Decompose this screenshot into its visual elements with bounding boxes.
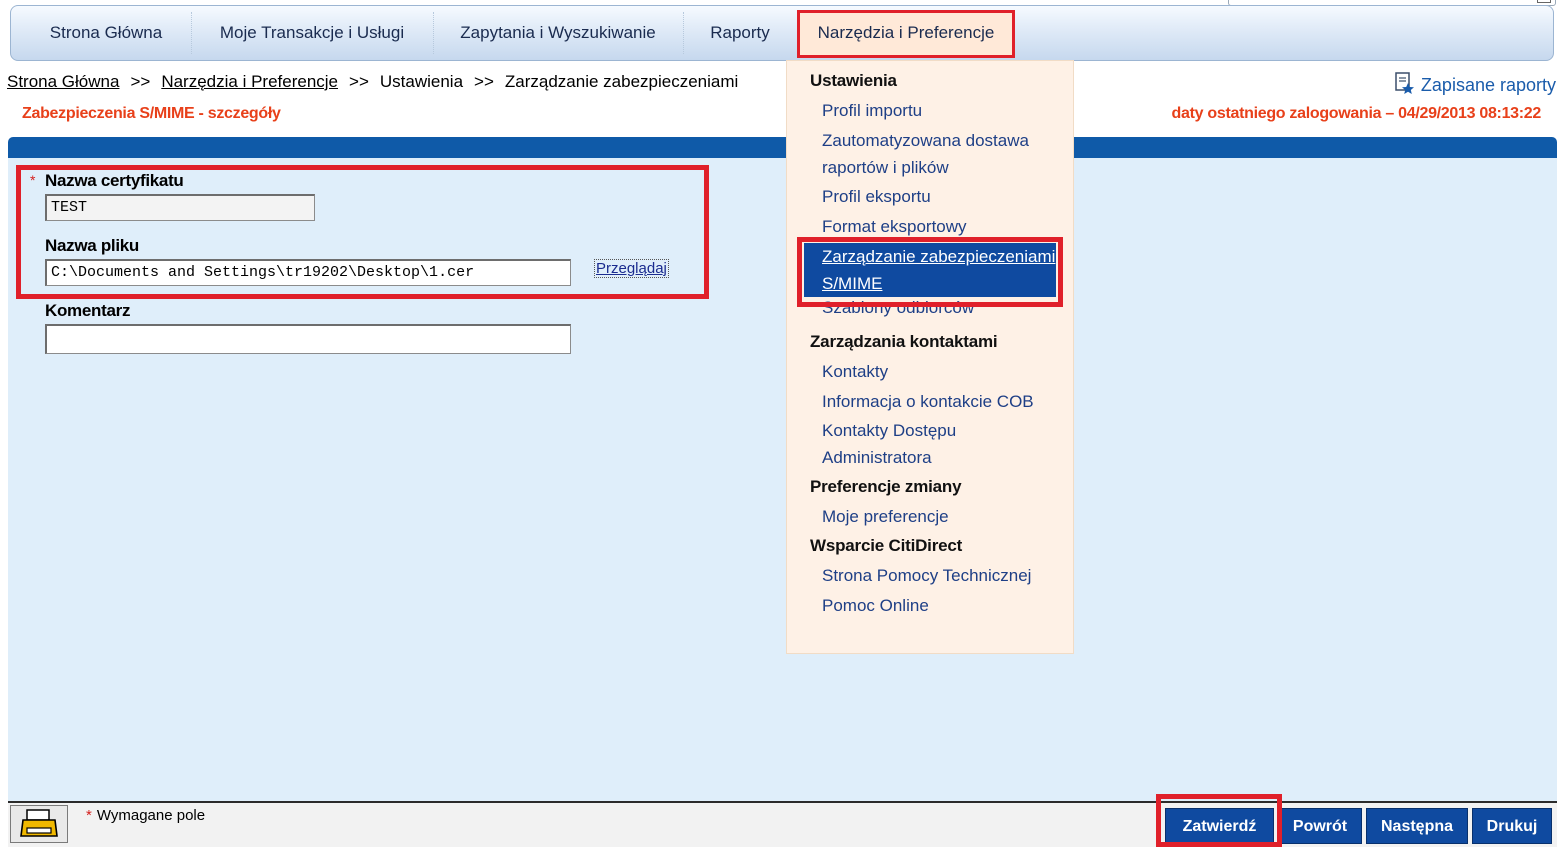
breadcrumb-home-link[interactable]: Strona Główna xyxy=(7,72,119,91)
comment-label: Komentarz xyxy=(45,301,131,320)
nav-home[interactable]: Strona Główna xyxy=(21,12,192,54)
menu-header-support: Wsparcie CitiDirect xyxy=(810,536,963,555)
nav-transactions[interactable]: Moje Transakcje i Usługi xyxy=(191,12,434,54)
menu-item-online-help[interactable]: Pomoc Online xyxy=(822,592,1062,619)
next-button[interactable]: Następna xyxy=(1366,808,1468,844)
file-name-label: Nazwa pliku xyxy=(45,236,140,255)
menu-item-admin-contacts[interactable]: Kontakty Dostępu Administratora xyxy=(822,417,1062,471)
breadcrumb-current: Zarządzanie zabezpieczeniami xyxy=(504,72,739,91)
nav-reports[interactable]: Raporty xyxy=(683,12,798,54)
section-header-bar xyxy=(8,137,1557,158)
menu-item-export-profile[interactable]: Profil eksportu xyxy=(822,183,1062,210)
breadcrumb-settings: Ustawienia xyxy=(379,72,464,91)
breadcrumb-sep: >> xyxy=(474,72,494,91)
menu-item-recipient-templates[interactable]: Szablony odbiorców xyxy=(822,298,1062,320)
saved-reports-link[interactable]: Zapisane raporty xyxy=(1393,72,1556,99)
comment-field[interactable] xyxy=(45,324,571,354)
menu-item-my-preferences[interactable]: Moje preferencje xyxy=(822,503,1062,530)
breadcrumb: Strona Główna >> Narzędzia i Preferencje >>… xyxy=(7,72,738,92)
search-toggle-icon[interactable] xyxy=(1537,0,1551,3)
menu-item-smime-management[interactable]: Zarządzanie zabezpieczeniami S/MIME xyxy=(804,243,1056,297)
breadcrumb-tools-link[interactable]: Narzędzia i Preferencje xyxy=(161,72,338,91)
last-login-info: daty ostatniego zalogowania – 04/29/2013… xyxy=(1171,105,1542,122)
file-name-field[interactable]: C:\Documents and Settings\tr19202\Deskto… xyxy=(45,259,571,286)
printer-icon[interactable] xyxy=(10,805,68,843)
menu-item-automated-delivery[interactable]: Zautomatyzowana dostawa raportów i plikó… xyxy=(822,127,1062,181)
breadcrumb-sep: >> xyxy=(349,72,369,91)
menu-item-cob-contact[interactable]: Informacja o kontakcie COB xyxy=(822,388,1062,415)
saved-reports-icon xyxy=(1393,72,1415,99)
browse-button[interactable]: Przeglądaj xyxy=(594,259,669,278)
cert-name-field[interactable]: TEST xyxy=(45,194,315,221)
required-star: * xyxy=(86,807,92,824)
menu-item-export-format[interactable]: Format eksportowy xyxy=(822,213,1062,240)
required-field-note: * Wymagane pole xyxy=(86,807,205,824)
cert-name-label: Nazwa certyfikatu xyxy=(45,171,184,190)
page-title: Zabezpieczenia S/MIME - szczegóły xyxy=(22,105,281,122)
nav-tools-preferences[interactable]: Narzędzia i Preferencje xyxy=(797,10,1015,58)
submit-button[interactable]: Zatwierdź xyxy=(1165,808,1274,844)
menu-item-import-profile[interactable]: Profil importu xyxy=(822,97,1062,124)
menu-header-contacts: Zarządzania kontaktami xyxy=(810,332,998,351)
menu-header-preferences: Preferencje zmiany xyxy=(810,477,962,496)
back-button[interactable]: Powrót xyxy=(1278,808,1362,844)
saved-reports-label: Zapisane raporty xyxy=(1420,75,1556,95)
nav-queries[interactable]: Zapytania i Wyszukiwanie xyxy=(433,12,684,54)
required-star: * xyxy=(30,172,36,188)
menu-header-settings: Ustawienia xyxy=(810,71,897,90)
required-note-label: Wymagane pole xyxy=(96,807,206,824)
form-panel xyxy=(8,158,1557,801)
menu-item-contacts[interactable]: Kontakty xyxy=(822,358,1062,385)
menu-item-tech-support[interactable]: Strona Pomocy Technicznej xyxy=(822,562,1062,589)
print-button[interactable]: Drukuj xyxy=(1472,808,1552,844)
main-navbar: Strona Główna Moje Transakcje i Usługi Z… xyxy=(10,5,1554,61)
menu-item-recipient-templates-label: Szablony odbiorców xyxy=(822,298,975,317)
breadcrumb-sep: >> xyxy=(130,72,151,91)
